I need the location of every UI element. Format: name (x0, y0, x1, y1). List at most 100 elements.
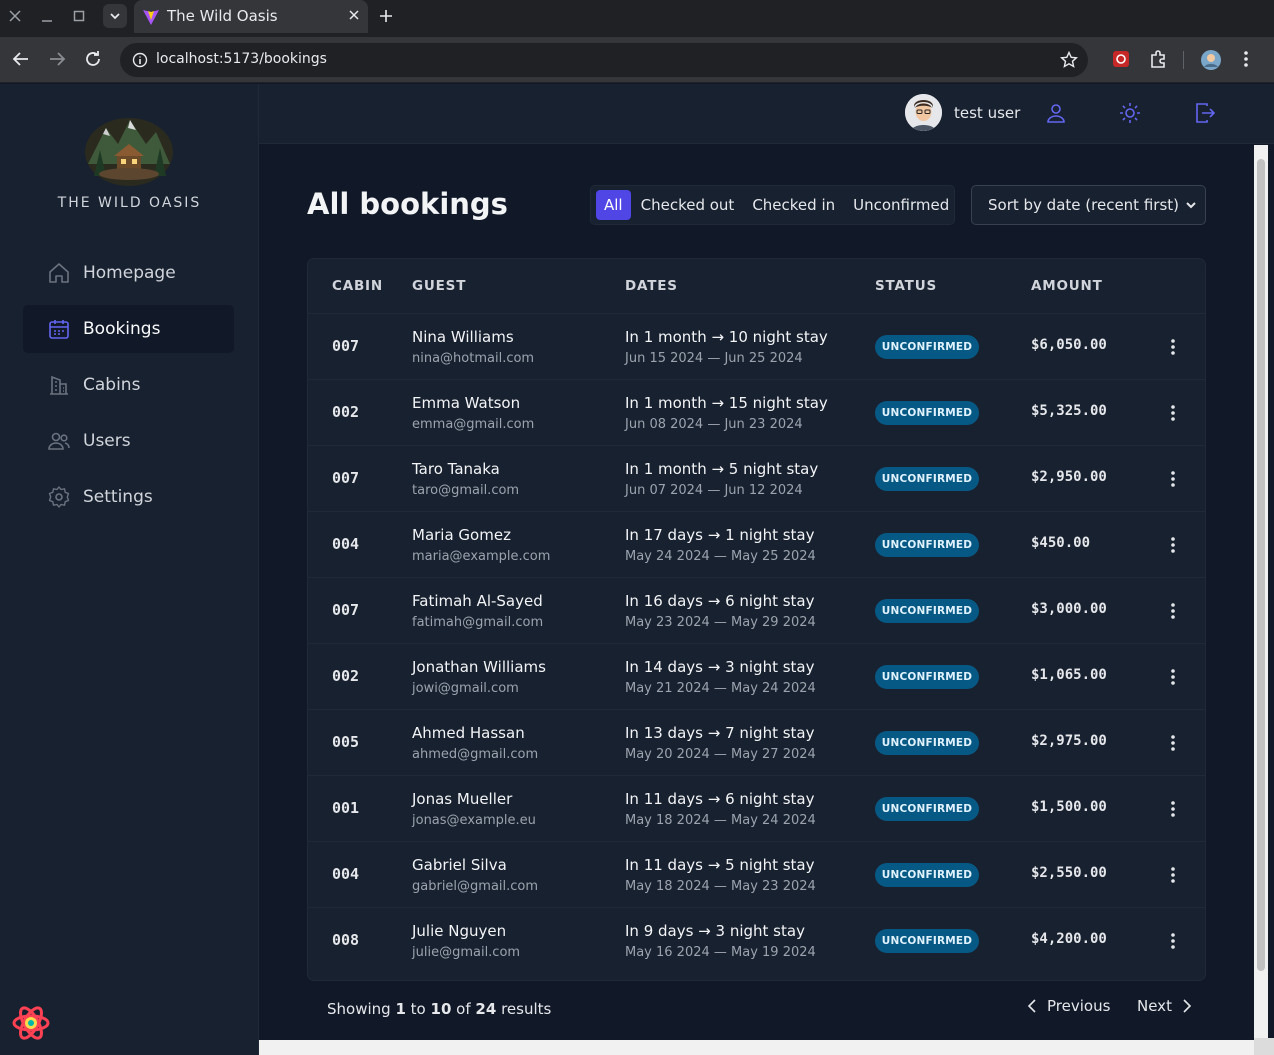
back-arrow-icon[interactable] (12, 50, 30, 68)
table-row: 001 Jonas Mueller jonas@example.eu In 11 da… (308, 776, 1205, 842)
react-query-devtools-icon[interactable] (12, 1004, 50, 1042)
row-menu-icon[interactable] (1165, 601, 1181, 621)
booking-amount: $2,950.00 (1031, 469, 1107, 485)
stay-summary: In 13 days → 7 night stay (625, 724, 815, 742)
filter-checked-out-button[interactable]: Checked out (633, 190, 743, 220)
booking-amount: $2,975.00 (1031, 733, 1107, 749)
cabin-number: 005 (332, 733, 360, 751)
status-badge: UNCONFIRMED (875, 599, 979, 623)
guest-email: julie@gmail.com (412, 945, 521, 960)
pagination-to-word: to (410, 1000, 426, 1018)
url-text[interactable]: localhost:5173/bookings (156, 51, 327, 67)
stay-dates: May 16 2024 — May 19 2024 (625, 945, 816, 960)
sidebar-item-homepage[interactable]: Homepage (23, 249, 234, 297)
cabin-number: 007 (332, 469, 360, 487)
logout-icon[interactable] (1194, 102, 1216, 124)
app-header: test user (259, 84, 1274, 144)
stay-dates: May 18 2024 — May 24 2024 (625, 813, 816, 828)
table-row: 004 Gabriel Silva gabriel@gmail.com In 11 d… (308, 842, 1205, 908)
status-badge: UNCONFIRMED (875, 401, 979, 425)
row-menu-icon[interactable] (1165, 535, 1181, 555)
cabin-number: 008 (332, 931, 360, 949)
table-row: 007 Fatimah Al-Sayed fatimah@gmail.com In 1… (308, 578, 1205, 644)
sidebar-item-users[interactable]: Users (23, 417, 234, 465)
row-menu-icon[interactable] (1165, 931, 1181, 951)
tab-search-icon[interactable] (103, 4, 127, 28)
logo-icon (84, 114, 174, 186)
bookings-filter: All Checked out Checked in Unconfirmed (590, 185, 955, 225)
extensions-puzzle-icon[interactable] (1148, 49, 1168, 69)
status-badge: UNCONFIRMED (875, 665, 979, 689)
forward-arrow-icon[interactable] (48, 50, 66, 68)
stay-summary: In 11 days → 5 night stay (625, 856, 815, 874)
status-badge: UNCONFIRMED (875, 863, 979, 887)
chevron-down-icon (1185, 199, 1197, 211)
sidebar-item-cabins[interactable]: Cabins (23, 361, 234, 409)
row-menu-icon[interactable] (1165, 469, 1181, 489)
browser-tab[interactable]: The Wild Oasis (134, 0, 368, 33)
next-label: Next (1137, 997, 1172, 1015)
chevron-right-icon (1180, 999, 1192, 1013)
filter-checked-in-button[interactable]: Checked in (744, 190, 843, 220)
guest-email: maria@example.com (412, 549, 551, 564)
main-content: All bookings All Checked out Checked in … (259, 145, 1254, 1040)
horizontal-scrollbar[interactable] (259, 1040, 1254, 1055)
new-tab-icon[interactable] (378, 8, 394, 24)
column-header-dates: DATES (625, 278, 678, 294)
column-header-status: STATUS (875, 278, 937, 294)
site-info-icon[interactable] (132, 52, 148, 68)
guest-name: Gabriel Silva (412, 856, 507, 874)
stay-dates: May 23 2024 — May 29 2024 (625, 615, 816, 630)
row-menu-icon[interactable] (1165, 337, 1181, 357)
guest-name: Emma Watson (412, 394, 521, 412)
previous-page-button[interactable]: Previous (1027, 997, 1110, 1015)
scrollbar-thumb[interactable] (1257, 159, 1265, 971)
vite-favicon-icon (142, 8, 160, 26)
window-close-icon[interactable] (5, 6, 25, 26)
guest-name: Ahmed Hassan (412, 724, 525, 742)
building-icon (47, 373, 71, 397)
guest-email: jowi@gmail.com (412, 681, 519, 696)
bookmark-star-icon[interactable] (1060, 51, 1078, 69)
tab-close-icon[interactable] (348, 9, 360, 21)
vertical-scrollbar[interactable] (1254, 145, 1268, 1038)
next-page-button[interactable]: Next (1137, 997, 1192, 1015)
row-menu-icon[interactable] (1165, 865, 1181, 885)
sort-select[interactable]: Sort by date (recent first) (971, 185, 1206, 225)
row-menu-icon[interactable] (1165, 799, 1181, 819)
sidebar-item-label: Cabins (83, 375, 141, 395)
filter-all-button[interactable]: All (596, 190, 631, 220)
page-title: All bookings (307, 187, 508, 221)
guest-email: nina@hotmail.com (412, 351, 535, 366)
guest-name: Julie Nguyen (412, 922, 507, 940)
booking-amount: $4,200.00 (1031, 931, 1107, 947)
sidebar-item-label: Homepage (83, 263, 176, 283)
cabin-number: 002 (332, 403, 360, 421)
sidebar-item-bookings[interactable]: Bookings (23, 305, 234, 353)
chevron-left-icon (1027, 999, 1039, 1013)
cabin-number: 007 (332, 337, 360, 355)
previous-label: Previous (1047, 997, 1111, 1015)
filter-unconfirmed-button[interactable]: Unconfirmed (845, 190, 957, 220)
stay-summary: In 1 month → 10 night stay (625, 328, 828, 346)
extension-red-icon[interactable] (1112, 49, 1130, 69)
browser-menu-icon[interactable] (1238, 49, 1254, 69)
guest-name: Fatimah Al-Sayed (412, 592, 543, 610)
pagination-from: 1 (395, 1000, 406, 1018)
reload-icon[interactable] (84, 50, 102, 68)
row-menu-icon[interactable] (1165, 667, 1181, 687)
sidebar-item-label: Settings (83, 487, 153, 507)
row-menu-icon[interactable] (1165, 403, 1181, 423)
guest-email: emma@gmail.com (412, 417, 535, 432)
sidebar-item-settings[interactable]: Settings (23, 473, 234, 521)
row-menu-icon[interactable] (1165, 733, 1181, 753)
address-bar[interactable]: localhost:5173/bookings (120, 43, 1088, 77)
stay-summary: In 9 days → 3 night stay (625, 922, 805, 940)
window-maximize-icon[interactable] (69, 6, 89, 26)
guest-name: Jonas Mueller (412, 790, 513, 808)
column-header-guest: GUEST (412, 278, 467, 294)
profile-avatar-icon[interactable] (1200, 49, 1222, 71)
sun-icon[interactable] (1119, 102, 1141, 124)
window-minimize-icon[interactable] (37, 6, 57, 26)
user-account-icon[interactable] (1045, 102, 1067, 124)
